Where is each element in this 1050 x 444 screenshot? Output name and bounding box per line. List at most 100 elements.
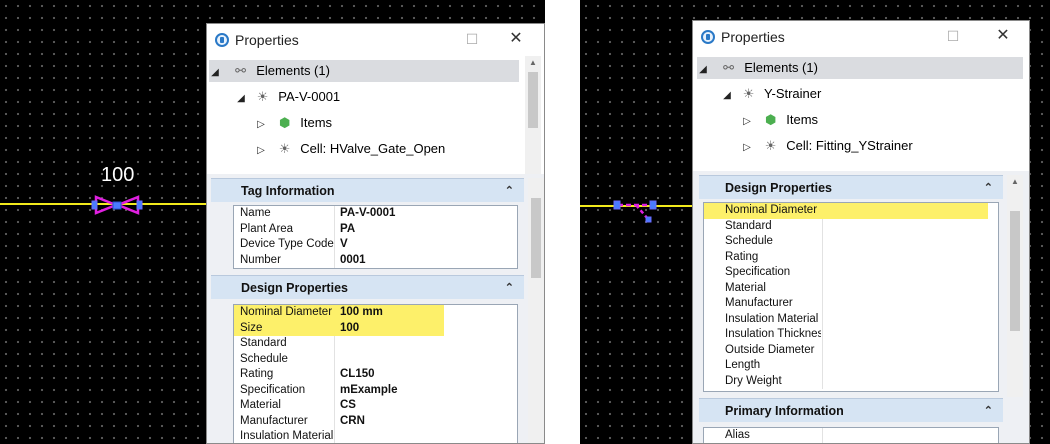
prop-row[interactable]: Specification mExample — [234, 382, 517, 398]
prop-row[interactable]: Insulation Material — [704, 311, 998, 327]
close-button[interactable]: ✕ — [504, 28, 528, 50]
gate-valve-symbol[interactable] — [90, 192, 146, 218]
y-strainer-symbol[interactable] — [612, 193, 660, 225]
collapse-arrow-icon[interactable]: ◢ — [209, 62, 221, 84]
tree-item-cell[interactable]: ▷ ☀ Cell: HValve_Gate_Open — [255, 138, 445, 160]
prop-key: Specification — [725, 266, 791, 278]
prop-row[interactable]: Insulation Material — [234, 429, 517, 443]
prop-row[interactable]: Plant Area PA — [234, 221, 517, 237]
tree-item-elements[interactable]: ◢ ⚯ Elements (1) — [697, 57, 1023, 79]
panel-titlebar[interactable]: Properties — ☐ ✕ — [693, 21, 1029, 53]
tree-item-elements[interactable]: ◢ ⚯ Elements (1) — [209, 60, 519, 82]
cell-sun-icon: ☀ — [764, 138, 777, 153]
prop-value: CS — [340, 399, 356, 411]
properties-icon — [701, 30, 715, 44]
tree-label: PA-V-0001 — [278, 89, 341, 104]
prop-row[interactable]: Size 100 — [234, 320, 444, 336]
prop-row[interactable]: Number 0001 — [234, 252, 517, 268]
valve-size-label: 100 — [101, 164, 135, 186]
tree-item-cell[interactable]: ▷ ☀ Cell: Fitting_YStrainer — [741, 135, 913, 157]
element-tree: ◢ ⚯ Elements (1) ◢ ☀ Y-Strainer ▷ ⬢ Item… — [693, 53, 1029, 183]
tree-item-items[interactable]: ▷ ⬢ Items — [255, 112, 332, 134]
minimize-button[interactable]: — — [415, 28, 439, 50]
tree-label: Elements (1) — [744, 60, 818, 75]
primary-grid: Alias — [703, 427, 999, 443]
prop-row[interactable]: Device Type Code V — [234, 237, 517, 253]
prop-row[interactable]: Dry Weight — [704, 373, 998, 389]
expand-arrow-icon[interactable]: ▷ — [255, 140, 267, 162]
collapse-arrow-icon[interactable]: ◢ — [721, 85, 733, 107]
prop-row[interactable]: Material — [704, 280, 998, 296]
tree-label: Items — [786, 112, 819, 127]
tree-scrollbar[interactable]: ▲ ▼ — [525, 56, 541, 184]
collapse-arrow-icon[interactable]: ◢ — [697, 59, 709, 81]
prop-row[interactable]: Nominal Diameter — [704, 203, 988, 219]
prop-row[interactable]: Outside Diameter — [704, 342, 998, 358]
prop-row[interactable]: Nominal Diameter 100 mm — [234, 305, 444, 321]
collapse-chevron-icon[interactable]: ⌃ — [984, 176, 993, 200]
scroll-up-icon[interactable]: ▲ — [1007, 175, 1023, 189]
tree-item-y-strainer[interactable]: ◢ ☀ Y-Strainer — [721, 83, 821, 105]
prop-row[interactable]: Rating — [704, 249, 998, 265]
panel-titlebar[interactable]: Properties — ☐ ✕ — [207, 24, 544, 56]
prop-key: Alias — [725, 429, 750, 441]
scroll-thumb[interactable] — [531, 198, 541, 278]
prop-row[interactable]: Length — [704, 358, 998, 374]
collapse-chevron-icon[interactable]: ⌃ — [984, 399, 993, 423]
section-primary-information[interactable]: Primary Information ⌃ — [699, 398, 1003, 422]
prop-row[interactable]: Standard — [704, 218, 998, 234]
properties-scrollbar[interactable]: ▲ — [1007, 175, 1023, 397]
panel-title: Properties — [235, 32, 299, 48]
prop-row[interactable]: Specification — [704, 265, 998, 281]
prop-row[interactable]: Name PA-V-0001 — [234, 206, 517, 222]
prop-row[interactable]: Insulation Thicknes — [704, 327, 998, 343]
properties-scrollbar[interactable] — [528, 178, 544, 443]
scroll-up-icon[interactable]: ▲ — [525, 56, 541, 70]
items-cube-icon: ⬢ — [764, 112, 777, 127]
elements-icon: ⚯ — [235, 63, 247, 78]
properties-body: Design Properties ⌃ Nominal Diameter Sta… — [693, 171, 1029, 443]
prop-key: Nominal Diameter — [240, 306, 333, 318]
prop-row[interactable]: Rating CL150 — [234, 367, 517, 383]
maximize-button[interactable]: ☐ — [941, 25, 965, 47]
prop-value: 100 — [340, 321, 360, 334]
prop-row[interactable]: Standard — [234, 336, 517, 352]
prop-value: PA-V-0001 — [340, 207, 396, 219]
scroll-thumb[interactable] — [528, 72, 538, 128]
section-design-properties[interactable]: Design Properties ⌃ — [211, 275, 524, 299]
expand-arrow-icon[interactable]: ▷ — [741, 137, 753, 159]
prop-key: Nominal Diameter — [725, 204, 818, 216]
properties-panel-right: Properties — ☐ ✕ ◢ ⚯ Elements (1) ◢ ☀ Y-… — [692, 20, 1030, 444]
tree-item-pa-v-0001[interactable]: ◢ ☀ PA-V-0001 — [235, 86, 340, 108]
collapse-chevron-icon[interactable]: ⌃ — [505, 179, 514, 203]
section-tag-information[interactable]: Tag Information ⌃ — [211, 178, 524, 202]
prop-value: 100 mm — [340, 306, 383, 318]
expand-arrow-icon[interactable]: ▷ — [255, 114, 267, 136]
maximize-button[interactable]: ☐ — [460, 28, 484, 50]
prop-key: Insulation Thicknes — [725, 328, 821, 340]
scroll-thumb[interactable] — [1010, 211, 1020, 331]
design-grid: Nominal Diameter 100 mm Size 100 Standard … — [233, 304, 518, 443]
prop-row[interactable]: Manufacturer CRN — [234, 413, 517, 429]
collapse-chevron-icon[interactable]: ⌃ — [505, 276, 514, 300]
prop-key: Material — [725, 281, 766, 294]
prop-value: PA — [340, 222, 356, 235]
close-button[interactable]: ✕ — [991, 25, 1015, 47]
minimize-button[interactable]: — — [899, 25, 923, 47]
section-design-properties[interactable]: Design Properties ⌃ — [699, 175, 1003, 199]
prop-value: CRN — [340, 414, 365, 427]
properties-panel-left: Properties — ☐ ✕ ◢ ⚯ Elements (1) ◢ ☀ PA… — [206, 23, 545, 444]
prop-key: Manufacturer — [240, 414, 308, 427]
tree-label: Items — [300, 115, 333, 130]
collapse-arrow-icon[interactable]: ◢ — [235, 88, 247, 110]
prop-row[interactable]: Schedule — [234, 351, 517, 367]
tree-label: Y-Strainer — [764, 86, 822, 101]
prop-row[interactable]: Schedule — [704, 234, 998, 250]
prop-row[interactable]: Alias — [704, 428, 998, 443]
prop-row[interactable]: Manufacturer — [704, 296, 998, 312]
properties-icon — [215, 33, 229, 47]
tree-item-items[interactable]: ▷ ⬢ Items — [741, 109, 818, 131]
items-cube-icon: ⬢ — [278, 115, 291, 130]
prop-row[interactable]: Material CS — [234, 398, 517, 414]
expand-arrow-icon[interactable]: ▷ — [741, 111, 753, 133]
